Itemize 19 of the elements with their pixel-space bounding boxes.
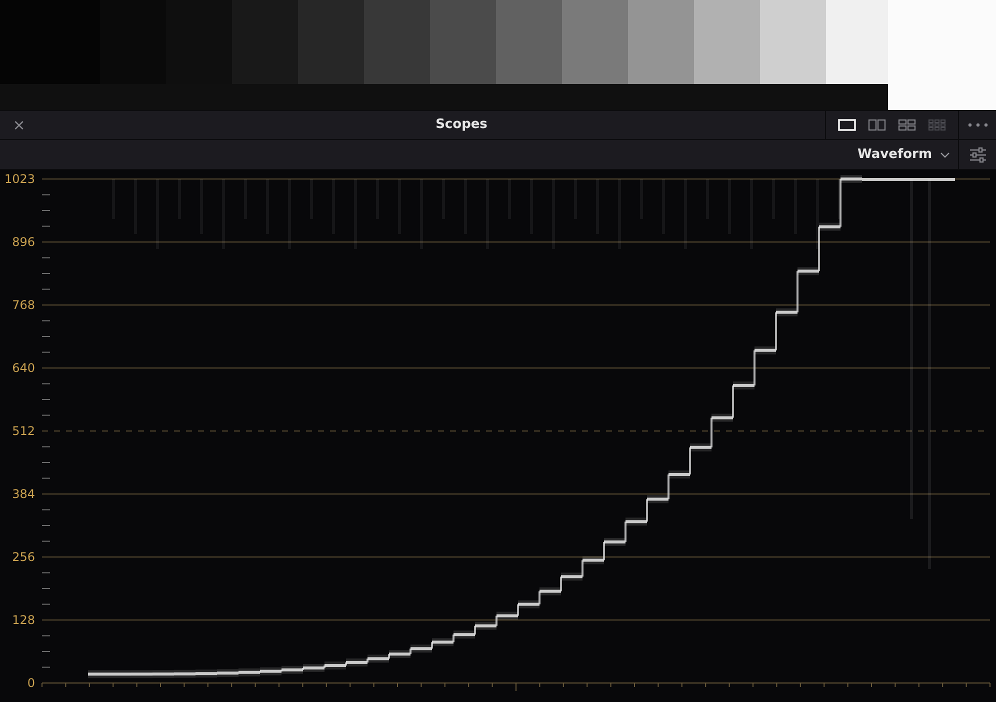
panel-title: Scopes xyxy=(436,116,488,134)
scope-type-dropdown[interactable]: Waveform xyxy=(850,140,958,169)
scale-label: 0 xyxy=(27,676,35,690)
layout-icon xyxy=(928,119,946,131)
layout-icon xyxy=(868,119,886,131)
layout-icon xyxy=(838,119,856,131)
layout-icon xyxy=(898,119,916,131)
scale-label: 640 xyxy=(12,361,35,375)
sliders-icon xyxy=(968,146,986,162)
scale-label: 768 xyxy=(12,298,35,312)
scale-label: 1023 xyxy=(4,172,35,186)
scale-label: 128 xyxy=(12,613,35,627)
close-button[interactable]: × xyxy=(0,111,38,139)
scale-label: 896 xyxy=(12,235,35,249)
scale-label: 512 xyxy=(12,424,35,438)
chevron-down-icon xyxy=(940,152,950,158)
scale-label: 384 xyxy=(12,487,35,501)
scale-label: 256 xyxy=(12,550,35,564)
more-icon xyxy=(966,122,988,128)
